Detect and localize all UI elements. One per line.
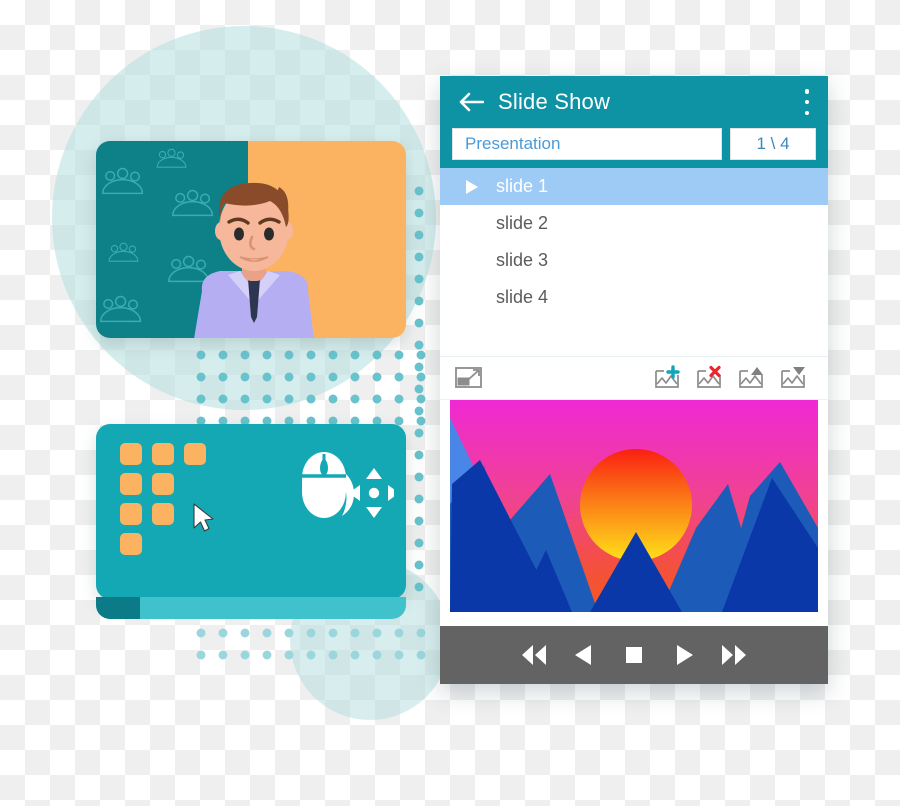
slide-list-item-3[interactable]: slide 3 <box>440 242 828 279</box>
slide-show-app-panel: Slide Show Presentation 1 \ 4 slide 1 sl… <box>440 76 828 684</box>
grid-square <box>152 443 174 465</box>
mouse-card-base-corner <box>96 597 140 619</box>
app-header: Slide Show Presentation 1 \ 4 <box>440 76 828 168</box>
presenter-video-card <box>96 141 406 338</box>
grid-square <box>120 533 142 555</box>
slide-list-item-1[interactable]: slide 1 <box>440 168 828 205</box>
presenter-avatar <box>194 182 314 338</box>
toolbar-right-group <box>654 365 810 391</box>
slide-list: slide 1 slide 2 slide 3 slide 4 <box>440 168 828 357</box>
slide-list-item-label: slide 2 <box>496 213 549 233</box>
playback-controls <box>440 626 828 684</box>
rewind-button[interactable] <box>520 643 548 667</box>
page-indicator: 1 \ 4 <box>730 128 816 160</box>
mouse-move-icon <box>302 452 394 518</box>
slide-list-item-label: slide 4 <box>496 287 549 307</box>
slide-list-item-label: slide 3 <box>496 250 549 270</box>
grid-square <box>184 443 206 465</box>
cursor-arrow-icon <box>193 503 214 532</box>
play-triangle-icon <box>464 179 486 195</box>
app-subbar: Presentation 1 \ 4 <box>440 128 828 170</box>
slide-list-item-2[interactable]: slide 2 <box>440 205 828 242</box>
background-dot-grid <box>186 340 426 436</box>
kebab-menu-icon[interactable] <box>796 87 818 117</box>
slide-list-empty-space <box>440 316 828 356</box>
page-title: Slide Show <box>498 89 611 114</box>
fast-forward-button[interactable] <box>720 643 748 667</box>
background-dot-grid-lower <box>186 618 426 670</box>
toolbar-left-group <box>454 365 484 391</box>
stop-button[interactable] <box>620 643 648 667</box>
slide-list-item-4[interactable]: slide 4 <box>440 279 828 316</box>
slide-list-item-label: slide 1 <box>496 176 549 196</box>
sunset-mountains-slide[interactable] <box>450 400 818 612</box>
back-arrow-icon[interactable] <box>458 92 484 112</box>
grid-square <box>120 503 142 525</box>
app-titlebar: Slide Show <box>440 76 828 128</box>
presentation-name-input[interactable]: Presentation <box>452 128 722 160</box>
grid-square <box>152 503 174 525</box>
background-dot-grid-right <box>404 176 430 596</box>
slide-preview-area <box>440 400 828 612</box>
resize-image-icon[interactable] <box>454 365 484 391</box>
add-image-icon[interactable] <box>654 365 684 391</box>
play-button[interactable] <box>670 643 698 667</box>
previous-button[interactable] <box>570 643 598 667</box>
grid-square <box>120 443 142 465</box>
image-toolbar <box>440 357 828 400</box>
mouse-card-base <box>96 597 406 619</box>
grid-square <box>152 473 174 495</box>
move-image-down-icon[interactable] <box>780 365 810 391</box>
grid-square <box>120 473 142 495</box>
delete-image-icon[interactable] <box>696 365 726 391</box>
move-image-up-icon[interactable] <box>738 365 768 391</box>
